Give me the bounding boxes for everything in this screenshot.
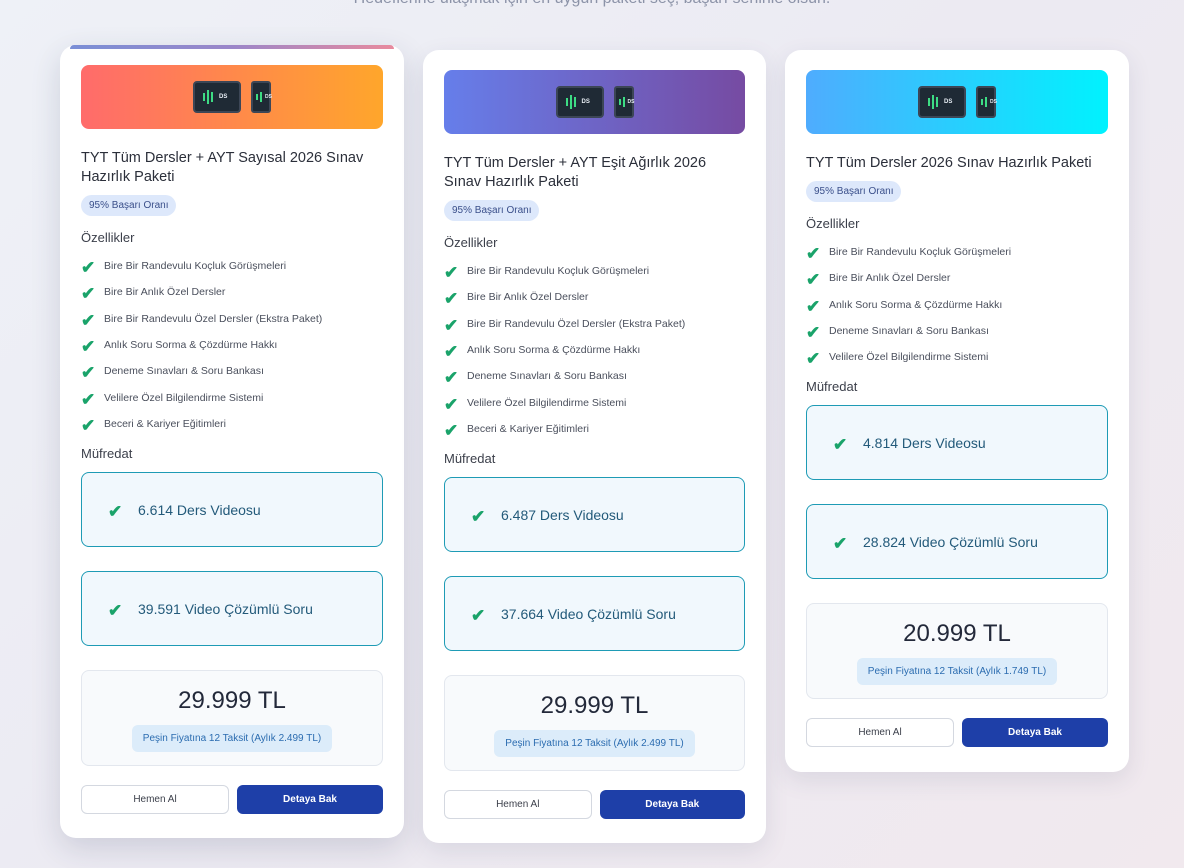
feature-item: ✔ Deneme Sınavları & Soru Bankası bbox=[444, 368, 627, 388]
check-icon: ✔ bbox=[444, 289, 459, 309]
check-icon: ✔ bbox=[81, 310, 96, 330]
check-icon: ✔ bbox=[806, 270, 821, 290]
card-banner: DS DS bbox=[444, 70, 745, 134]
curriculum-questions: ✔ 37.664 Video Çözümlü Soru bbox=[444, 576, 745, 652]
package-card-tyt: DS DS TYT Tüm Dersler 2026 Sınav Hazırlı… bbox=[785, 50, 1129, 772]
feature-item: ✔ Velilere Özel Bilgilendirme Sistemi bbox=[444, 394, 627, 414]
phone-logo-icon: DS bbox=[613, 86, 634, 118]
check-icon: ✔ bbox=[81, 363, 96, 383]
curriculum-heading: Müfredat bbox=[81, 446, 133, 462]
package-card-sayisal: DS DS TYT Tüm Dersler + AYT Sayısal 2026… bbox=[60, 45, 404, 838]
check-icon: ✔ bbox=[108, 600, 123, 620]
feature-item: ✔ Velilere Özel Bilgilendirme Sistemi bbox=[81, 389, 264, 409]
features-heading: Özellikler bbox=[444, 235, 498, 250]
curriculum-heading: Müfredat bbox=[444, 451, 496, 467]
feature-item: ✔ Beceri & Kariyer Eğitimleri bbox=[444, 420, 589, 440]
details-button[interactable]: Detaya Bak bbox=[599, 790, 745, 820]
check-icon: ✔ bbox=[81, 284, 96, 304]
check-icon: ✔ bbox=[444, 315, 459, 335]
details-button[interactable]: Detaya Bak bbox=[237, 785, 383, 815]
curriculum-videos: ✔ 6.487 Ders Videosu bbox=[444, 477, 745, 553]
price: 29.999 TL bbox=[178, 687, 286, 715]
feature-item: ✔ Anlık Soru Sorma & Çözdürme Hakkı bbox=[81, 337, 278, 357]
success-rate-badge: 95% Başarı Oranı bbox=[81, 195, 177, 216]
card-banner: DS DS bbox=[806, 70, 1108, 134]
package-card-esit-agirlik: DS DS TYT Tüm Dersler + AYT Eşit Ağırlık… bbox=[423, 50, 766, 843]
installment-info: Peşin Fiyatına 12 Taksit (Aylık 2.499 TL… bbox=[131, 725, 333, 753]
phone-logo-icon: DS bbox=[251, 81, 272, 113]
price-box: 29.999 TL Peşin Fiyatına 12 Taksit (Aylı… bbox=[81, 670, 383, 767]
buy-now-button[interactable]: Hemen Al bbox=[81, 785, 229, 815]
check-icon: ✔ bbox=[444, 420, 459, 440]
feature-list: ✔ Bire Bir Randevulu Koçluk Görüşmeleri ✔… bbox=[444, 258, 745, 442]
feature-item: ✔ Anlık Soru Sorma & Çözdürme Hakkı bbox=[806, 296, 1003, 316]
buy-now-button[interactable]: Hemen Al bbox=[806, 718, 954, 748]
installment-info: Peşin Fiyatına 12 Taksit (Aylık 2.499 TL… bbox=[494, 730, 695, 758]
price: 29.999 TL bbox=[540, 692, 649, 720]
feature-item: ✔ Bire Bir Anlık Özel Dersler bbox=[806, 270, 951, 290]
package-title: TYT Tüm Dersler + AYT Eşit Ağırlık 2026 … bbox=[444, 155, 707, 190]
check-icon: ✔ bbox=[833, 434, 848, 454]
feature-item: ✔ Bire Bir Randevulu Koçluk Görüşmeleri bbox=[444, 263, 650, 283]
check-icon: ✔ bbox=[444, 394, 459, 414]
feature-item: ✔ Bire Bir Anlık Özel Dersler bbox=[81, 284, 226, 304]
laptop-logo-icon: DS bbox=[555, 86, 604, 118]
feature-list: ✔ Bire Bir Randevulu Koçluk Görüşmeleri ✔… bbox=[81, 253, 383, 437]
feature-list: ✔ Bire Bir Randevulu Koçluk Görüşmeleri ✔… bbox=[806, 239, 1108, 370]
feature-item: ✔ Bire Bir Randevulu Koçluk Görüşmeleri bbox=[806, 244, 1012, 264]
features-heading: Özellikler bbox=[806, 216, 860, 231]
phone-logo-icon: DS bbox=[976, 86, 997, 118]
feature-item: ✔ Anlık Soru Sorma & Çözdürme Hakkı bbox=[444, 342, 641, 362]
curriculum-questions: ✔ 39.591 Video Çözümlü Soru bbox=[81, 571, 383, 647]
success-rate-badge: 95% Başarı Oranı bbox=[444, 200, 540, 221]
package-title: TYT Tüm Dersler 2026 Sınav Hazırlık Pake… bbox=[806, 155, 1092, 171]
curriculum-heading: Müfredat bbox=[806, 379, 858, 395]
check-icon: ✔ bbox=[833, 533, 848, 553]
feature-item: ✔ Bire Bir Randevulu Koçluk Görüşmeleri bbox=[81, 258, 287, 278]
feature-item: ✔ Bire Bir Randevulu Özel Dersler (Ekstra… bbox=[81, 310, 323, 330]
price-box: 29.999 TL Peşin Fiyatına 12 Taksit (Aylı… bbox=[444, 675, 745, 772]
success-rate-badge: 95% Başarı Oranı bbox=[806, 181, 902, 202]
check-icon: ✔ bbox=[444, 342, 459, 362]
card-banner: DS DS bbox=[81, 65, 383, 129]
details-button[interactable]: Detaya Bak bbox=[962, 718, 1108, 748]
buy-now-button[interactable]: Hemen Al bbox=[444, 790, 592, 820]
card-top-accent bbox=[70, 45, 394, 49]
feature-item: ✔ Bire Bir Randevulu Özel Dersler (Ekstra… bbox=[444, 315, 686, 335]
check-icon: ✔ bbox=[444, 263, 459, 283]
price: 20.999 TL bbox=[903, 620, 1011, 648]
check-icon: ✔ bbox=[806, 244, 821, 264]
installment-info: Peşin Fiyatına 12 Taksit (Aylık 1.749 TL… bbox=[856, 658, 1058, 686]
check-icon: ✔ bbox=[806, 349, 821, 369]
curriculum-videos: ✔ 6.614 Ders Videosu bbox=[81, 472, 383, 548]
check-icon: ✔ bbox=[806, 296, 821, 316]
price-box: 20.999 TL Peşin Fiyatına 12 Taksit (Aylı… bbox=[806, 603, 1108, 700]
feature-item: ✔ Velilere Özel Bilgilendirme Sistemi bbox=[806, 349, 989, 369]
check-icon: ✔ bbox=[108, 501, 123, 521]
check-icon: ✔ bbox=[444, 368, 459, 388]
page-subtitle: Hedeflerine ulaşmak için en uygun paketi… bbox=[0, 0, 1184, 8]
check-icon: ✔ bbox=[81, 415, 96, 435]
package-title: TYT Tüm Dersler + AYT Sayısal 2026 Sınav… bbox=[81, 150, 364, 185]
check-icon: ✔ bbox=[806, 323, 821, 343]
check-icon: ✔ bbox=[81, 337, 96, 357]
features-heading: Özellikler bbox=[81, 230, 135, 245]
check-icon: ✔ bbox=[471, 506, 486, 526]
feature-item: ✔ Bire Bir Anlık Özel Dersler bbox=[444, 289, 589, 309]
check-icon: ✔ bbox=[81, 258, 96, 278]
check-icon: ✔ bbox=[81, 389, 96, 409]
curriculum-videos: ✔ 4.814 Ders Videosu bbox=[806, 405, 1108, 481]
feature-item: ✔ Deneme Sınavları & Soru Bankası bbox=[806, 323, 989, 343]
laptop-logo-icon: DS bbox=[193, 81, 241, 113]
curriculum-questions: ✔ 28.824 Video Çözümlü Soru bbox=[806, 504, 1108, 580]
feature-item: ✔ Beceri & Kariyer Eğitimleri bbox=[81, 415, 226, 435]
feature-item: ✔ Deneme Sınavları & Soru Bankası bbox=[81, 363, 264, 383]
check-icon: ✔ bbox=[471, 605, 486, 625]
laptop-logo-icon: DS bbox=[918, 86, 966, 118]
